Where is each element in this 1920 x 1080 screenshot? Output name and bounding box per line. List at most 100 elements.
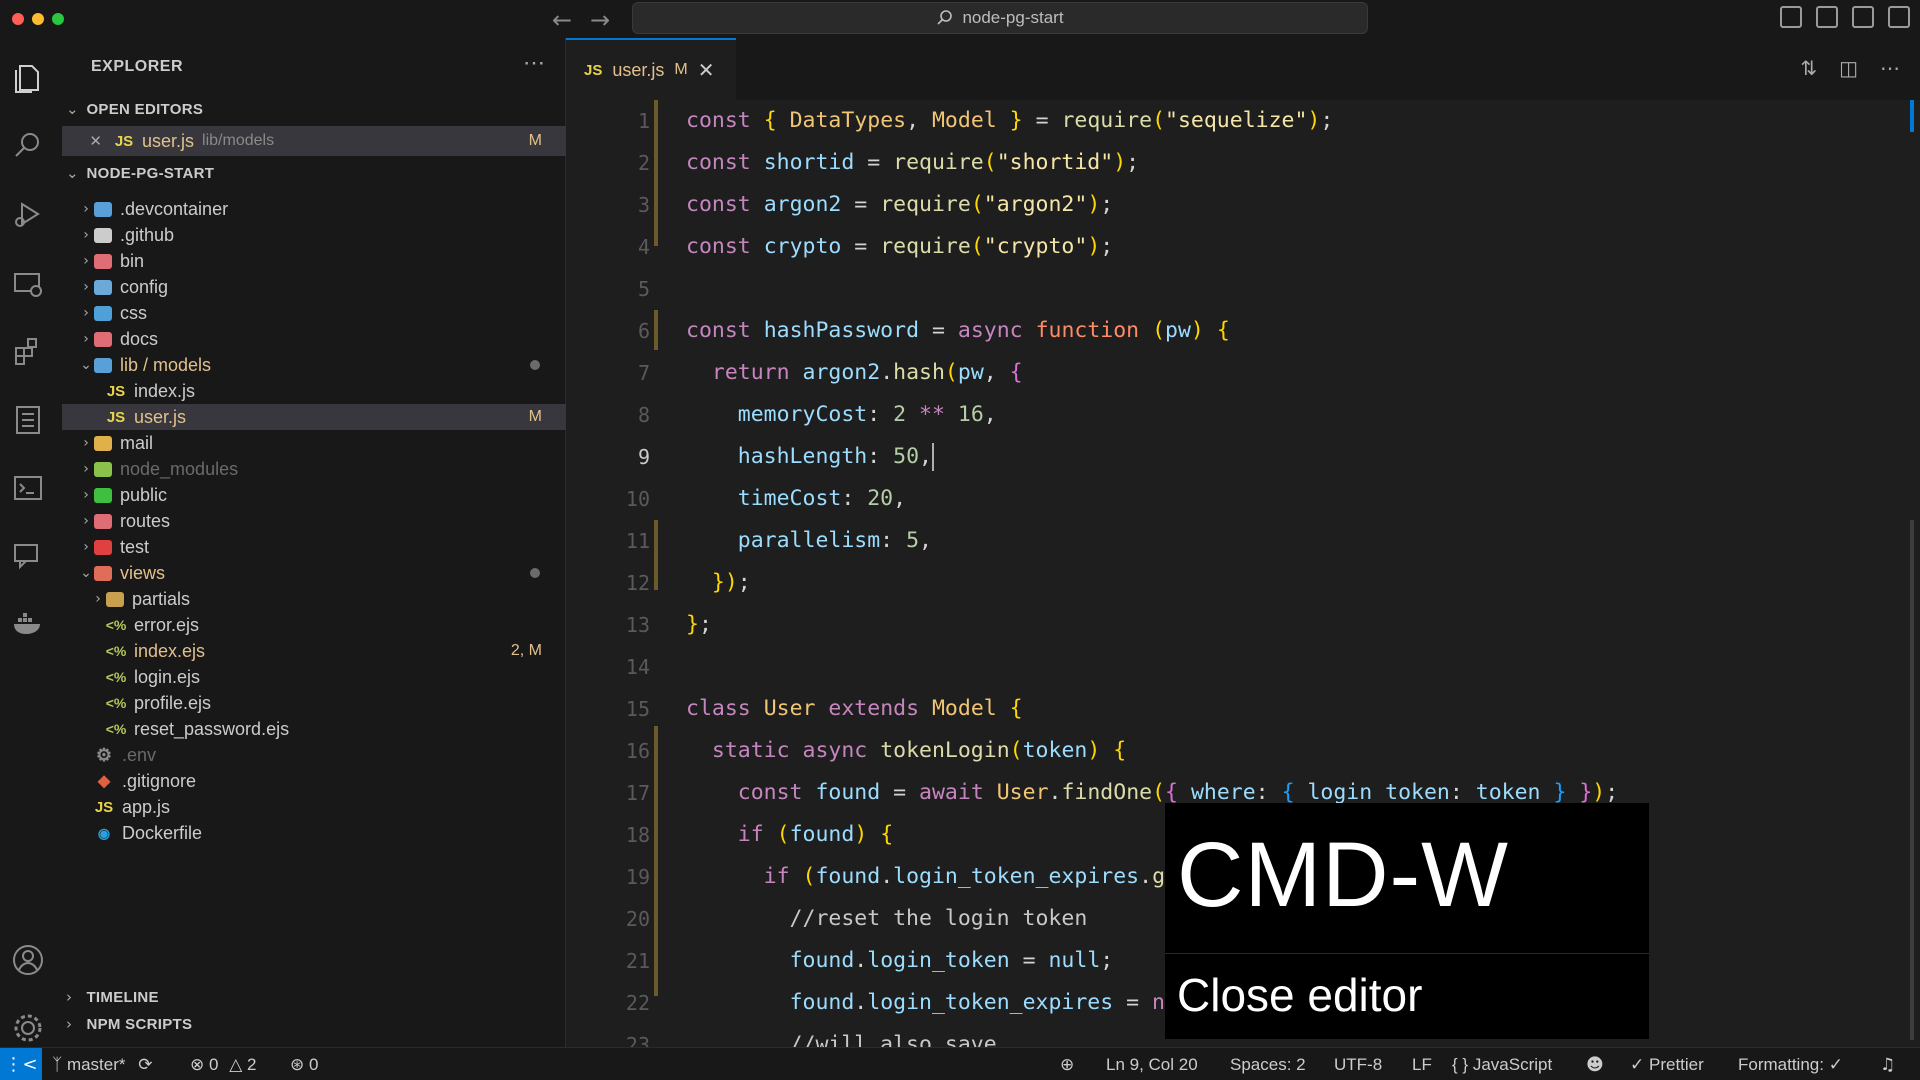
file-tree-item[interactable]: ⌄ views [62,560,566,586]
file-tree-label: docs [120,328,159,349]
ports-indicator[interactable]: ⊛ 0 [290,1055,318,1075]
git-modified-marker [654,726,658,996]
encoding-setting[interactable]: UTF-8 [1334,1055,1382,1075]
js-file-icon: JS [106,382,126,400]
search-text: node-pg-start [962,8,1064,27]
file-tree-label: test [120,536,150,557]
git-branch[interactable]: ᛉ master* ⟳ [52,1055,153,1075]
close-window-button[interactable] [12,13,24,25]
notifications-bell-icon[interactable]: ♫ [1880,1055,1895,1075]
explorer-icon[interactable] [10,60,46,96]
file-tree-item[interactable]: › css [62,300,566,326]
comments-icon[interactable] [10,538,46,574]
npm-scripts-section[interactable]: › NPM SCRIPTS [66,1015,192,1033]
toggle-secondary-sidebar-icon[interactable] [1852,6,1874,28]
git-status-badge: 2, M [510,642,542,659]
status-bar: ⋮< ᛉ master* ⟳ ⊗ 0 △ 2 ⊛ 0 ⊕ Ln 9, Col 2… [0,1047,1920,1080]
forward-arrow-icon[interactable]: → [590,6,610,34]
warning-icon: △ [229,1055,243,1075]
split-editor-icon[interactable]: ◫ [1839,56,1858,81]
file-tree-item[interactable]: › mail [62,430,566,456]
code-line: parallelism: 5, [737,528,932,553]
file-tree-label: config [120,276,169,297]
maximize-window-button[interactable] [52,13,64,25]
search-icon[interactable] [10,128,46,164]
file-tree-item[interactable]: › routes [62,508,566,534]
git-modified-marker [654,520,658,590]
remote-indicator-icon[interactable]: ⋮< [0,1048,42,1080]
title-bar: ← → node-pg-start [0,0,1920,38]
close-icon[interactable]: ✕ [698,58,715,82]
back-arrow-icon[interactable]: ← [552,6,572,34]
file-tree-item[interactable]: JS index.js [62,378,566,404]
open-editor-item[interactable]: ✕ JS user.js lib/models M [62,126,566,156]
docker-icon[interactable] [10,606,46,642]
language-mode[interactable]: { } JavaScript [1452,1055,1552,1075]
file-tree-item[interactable]: ◆ .gitignore [62,768,566,794]
formatting-status[interactable]: Formatting: ✓ [1738,1055,1843,1075]
file-tree-item[interactable]: <% error.ejs [62,612,566,638]
file-tree-item[interactable]: ⚙ .env [62,742,566,768]
file-tree-item[interactable]: <% profile.ejs [62,690,566,716]
line-number: 13 [625,613,650,637]
file-tree-item[interactable]: › .devcontainer [62,196,566,222]
file-tree-item[interactable]: ◉ Dockerfile [62,820,566,846]
file-tree-item[interactable]: › public [62,482,566,508]
file-tree-label: Dockerfile [122,822,203,843]
file-tree-item[interactable]: › node_modules [62,456,566,482]
more-actions-icon[interactable]: ⋯ [1880,56,1900,81]
file-tree-item[interactable]: ⌄ lib / models [62,352,566,378]
braces-icon: { } [1452,1055,1469,1074]
file-tree-item[interactable]: › test [62,534,566,560]
terminal-icon[interactable] [10,470,46,506]
eol-setting[interactable]: LF [1412,1055,1432,1075]
notebook-icon[interactable] [10,402,46,438]
open-changes-icon[interactable]: ⇅ [1800,56,1817,81]
file-tree-item[interactable]: JS app.js [62,794,566,820]
file-tree-item[interactable]: <% login.ejs [62,664,566,690]
chevron-right-icon: › [83,305,89,321]
chevron-right-icon: › [83,513,89,529]
file-tree-item[interactable]: › partials [62,586,566,612]
prettier-status[interactable]: ✓ Prettier [1630,1055,1704,1075]
timeline-section[interactable]: › TIMELINE [66,988,159,1006]
remote-explorer-icon[interactable] [10,266,46,302]
chevron-right-icon: › [83,539,89,555]
copilot-icon[interactable]: ☻ [1586,1055,1604,1075]
cursor-position[interactable]: Ln 9, Col 20 [1106,1055,1198,1075]
project-section[interactable]: ⌄ NODE-PG-START [66,164,214,182]
error-icon: ⊗ [190,1055,205,1075]
zoom-icon[interactable]: ⊕ [1060,1055,1074,1075]
command-center-search[interactable]: node-pg-start [632,2,1368,34]
toggle-sidebar-icon[interactable] [1780,6,1802,28]
problems-indicator[interactable]: ⊗ 0 △ 2 [190,1055,256,1075]
account-icon[interactable] [10,942,46,978]
file-tree-label: user.js [134,406,187,427]
scrollbar[interactable] [1908,100,1914,1057]
customize-layout-icon[interactable] [1888,6,1910,28]
settings-gear-icon[interactable] [10,1010,46,1046]
close-icon[interactable]: ✕ [62,132,102,150]
open-editors-section[interactable]: ⌄ OPEN EDITORS [66,100,203,118]
file-tree-item[interactable]: JS user.js M [62,404,566,430]
run-debug-icon[interactable] [10,196,46,232]
file-tree-label: .github [120,224,175,245]
file-tree-item[interactable]: › .github [62,222,566,248]
ejs-file-icon: <% [105,643,127,659]
chevron-down-icon: ⌄ [66,164,79,182]
minimize-window-button[interactable] [32,13,44,25]
file-tree-label: index.ejs [134,640,206,661]
extensions-icon[interactable] [10,334,46,370]
toggle-panel-icon[interactable] [1816,6,1838,28]
indentation-setting[interactable]: Spaces: 2 [1230,1055,1306,1075]
file-tree-item[interactable]: › config [62,274,566,300]
more-actions-icon[interactable]: ⋯ [523,50,545,76]
file-tree-item[interactable]: <% reset_password.ejs [62,716,566,742]
file-tree-item[interactable]: <% index.ejs 2, M [62,638,566,664]
line-number: 7 [637,361,650,385]
tab-user-js[interactable]: JS user.js M ✕ [566,38,736,100]
ejs-file-icon: <% [105,695,127,711]
folder-icon [94,279,112,295]
file-tree-item[interactable]: › bin [62,248,566,274]
file-tree-item[interactable]: › docs [62,326,566,352]
